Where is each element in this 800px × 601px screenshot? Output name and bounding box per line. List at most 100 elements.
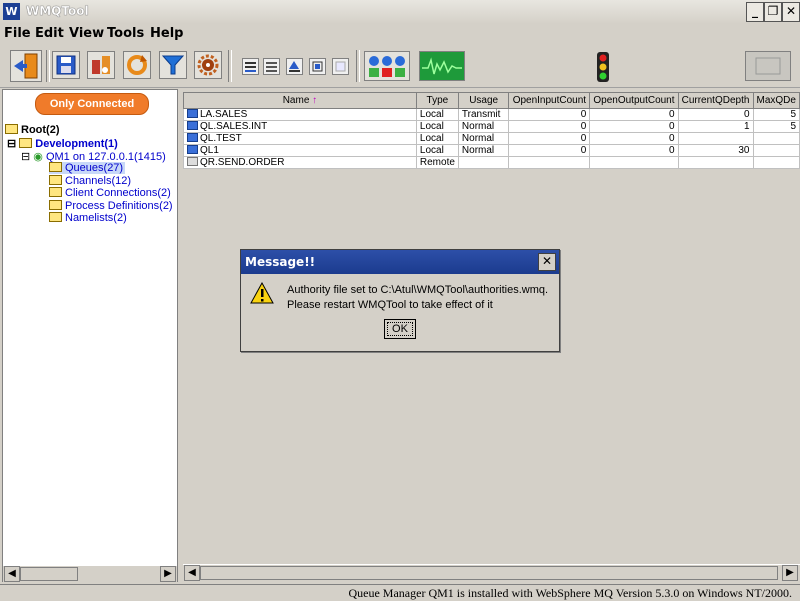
- refresh-button[interactable]: [123, 51, 151, 79]
- column-header-open-input-count[interactable]: OpenInputCount: [508, 92, 591, 109]
- cell-open-input-count: 0: [508, 132, 591, 145]
- toolbar-separator: [46, 50, 50, 82]
- column-header-type[interactable]: Type: [415, 92, 459, 109]
- column-header-usage[interactable]: Usage: [457, 92, 510, 109]
- process-view-button[interactable]: [286, 58, 303, 75]
- remote-queue-icon: [187, 157, 198, 166]
- cell-max-q-depth: [752, 144, 800, 157]
- local-queue-icon: [187, 109, 198, 118]
- menu-tools[interactable]: Tools: [107, 26, 144, 41]
- scroll-right-icon[interactable]: ▶: [782, 565, 798, 581]
- scroll-right-icon[interactable]: ▶: [160, 566, 176, 582]
- column-header-name[interactable]: Name ↑: [183, 92, 417, 109]
- cell-name-text: LA.SALES: [200, 109, 248, 120]
- collapse-icon[interactable]: ⊟: [21, 151, 30, 163]
- cell-name-text: QR.SEND.ORDER: [200, 157, 285, 168]
- save-button[interactable]: [52, 51, 80, 79]
- menu-file[interactable]: File: [4, 26, 31, 41]
- dialog-title-bar[interactable]: Message!! ✕: [241, 250, 559, 274]
- cell-usage: Transmit: [457, 108, 510, 121]
- scroll-thumb[interactable]: [20, 567, 78, 581]
- table-row[interactable]: QL.SALES.INT Local Normal 0 0 1 5: [183, 120, 800, 133]
- tree-process-definitions[interactable]: Process Definitions(2): [49, 200, 173, 212]
- tree-development[interactable]: ⊟ Development(1): [7, 137, 118, 150]
- channel-view-button[interactable]: [263, 58, 280, 75]
- only-connected-button[interactable]: Only Connected: [35, 93, 149, 115]
- column-header-open-output-count[interactable]: OpenOutputCount: [589, 92, 679, 109]
- filter-button[interactable]: [159, 51, 187, 79]
- queue-view-button[interactable]: [242, 58, 259, 75]
- monitor-button[interactable]: [419, 51, 465, 81]
- cell-open-output-count: [589, 156, 679, 169]
- cell-open-input-count: [508, 156, 591, 169]
- status-lights-icon: [369, 56, 405, 77]
- table-row[interactable]: QL.TEST Local Normal 0 0 384: [183, 132, 800, 145]
- menu-view[interactable]: View: [69, 26, 104, 41]
- cell-max-q-depth: 5: [752, 108, 800, 121]
- connect-button[interactable]: [87, 51, 115, 79]
- status-bar: Queue Manager QM1 is installed with WebS…: [0, 584, 800, 601]
- folder-icon: [49, 175, 62, 185]
- cell-name: QL.TEST: [183, 132, 417, 145]
- channel-view-icon: [266, 62, 277, 72]
- cell-open-output-count: 0: [589, 144, 679, 157]
- column-header-name-label: Name: [282, 95, 310, 106]
- menu-help[interactable]: Help: [150, 26, 183, 41]
- collapse-icon[interactable]: ⊟: [7, 138, 16, 150]
- connect-icon: [92, 56, 110, 74]
- scroll-thumb[interactable]: [200, 566, 778, 580]
- cell-usage: Normal: [457, 132, 510, 145]
- tree-namelists[interactable]: Namelists(2): [49, 212, 127, 224]
- dialog-message-line1: Authority file set to C:\Atul\WMQTool\au…: [287, 284, 549, 296]
- toolbar-separator: [228, 50, 232, 82]
- close-button[interactable]: ✕: [782, 2, 800, 22]
- settings-icon: [197, 54, 219, 76]
- cell-open-output-count: 0: [589, 132, 679, 145]
- cell-current-q-depth: 0: [677, 108, 754, 121]
- cell-max-q-depth: 5: [752, 120, 800, 133]
- status-text: Queue Manager QM1 is installed with WebS…: [348, 586, 792, 600]
- cell-type: Remote: [415, 156, 459, 169]
- warning-icon: [250, 282, 274, 304]
- dialog-close-button[interactable]: ✕: [538, 253, 556, 271]
- column-header-max-q-depth[interactable]: MaxQDe: [752, 92, 800, 109]
- tree-channels-label: Channels(12): [65, 175, 132, 187]
- local-queue-icon: [187, 121, 198, 130]
- monitor-icon: [422, 57, 462, 75]
- scroll-left-icon[interactable]: ◀: [184, 565, 200, 581]
- navigation-tree-pane: Only Connected Root(2) ⊟ Development(1) …: [2, 89, 178, 582]
- column-header-current-q-depth[interactable]: CurrentQDepth: [677, 92, 754, 109]
- minimize-button[interactable]: _: [746, 2, 764, 22]
- restore-button[interactable]: ❐: [764, 2, 782, 22]
- menu-edit[interactable]: Edit: [35, 26, 64, 41]
- table-row[interactable]: QR.SEND.ORDER Remote: [183, 156, 800, 169]
- save-icon: [56, 55, 76, 75]
- settings-button[interactable]: [194, 51, 222, 79]
- cell-open-input-count: 0: [508, 120, 591, 133]
- queue-manager-icon: ◉: [33, 151, 43, 163]
- folder-icon: [5, 124, 18, 134]
- tree-channels[interactable]: Channels(12): [49, 175, 131, 187]
- tree-root[interactable]: Root(2): [5, 124, 60, 136]
- tree-client-connections[interactable]: Client Connections(2): [49, 187, 171, 199]
- status-lights-button[interactable]: [364, 51, 410, 81]
- sort-arrow-icon: ↑: [312, 95, 318, 106]
- namelist-view-button[interactable]: [309, 58, 326, 75]
- disabled-panel-button[interactable]: [745, 51, 791, 81]
- table-row[interactable]: LA.SALES Local Transmit 0 0 0 5: [183, 108, 800, 121]
- ok-button[interactable]: OK: [384, 319, 416, 339]
- tree-process-definitions-label: Process Definitions(2): [65, 200, 173, 212]
- cell-name: QR.SEND.ORDER: [183, 156, 417, 169]
- exit-button[interactable]: [10, 50, 42, 82]
- table-horizontal-scrollbar[interactable]: ◀ ▶: [183, 564, 800, 581]
- scroll-left-icon[interactable]: ◀: [4, 566, 20, 582]
- left-horizontal-scrollbar[interactable]: ◀ ▶: [3, 565, 177, 582]
- local-queue-icon: [187, 145, 198, 154]
- cell-usage: [457, 156, 510, 169]
- tree-queues[interactable]: Queues(27): [49, 162, 126, 174]
- table-row[interactable]: QL1 Local Normal 0 0 30: [183, 144, 800, 157]
- exit-icon: [14, 53, 38, 79]
- cell-name: QL.SALES.INT: [183, 120, 417, 133]
- blank-view-button[interactable]: [332, 58, 349, 75]
- cell-open-input-count: 0: [508, 144, 591, 157]
